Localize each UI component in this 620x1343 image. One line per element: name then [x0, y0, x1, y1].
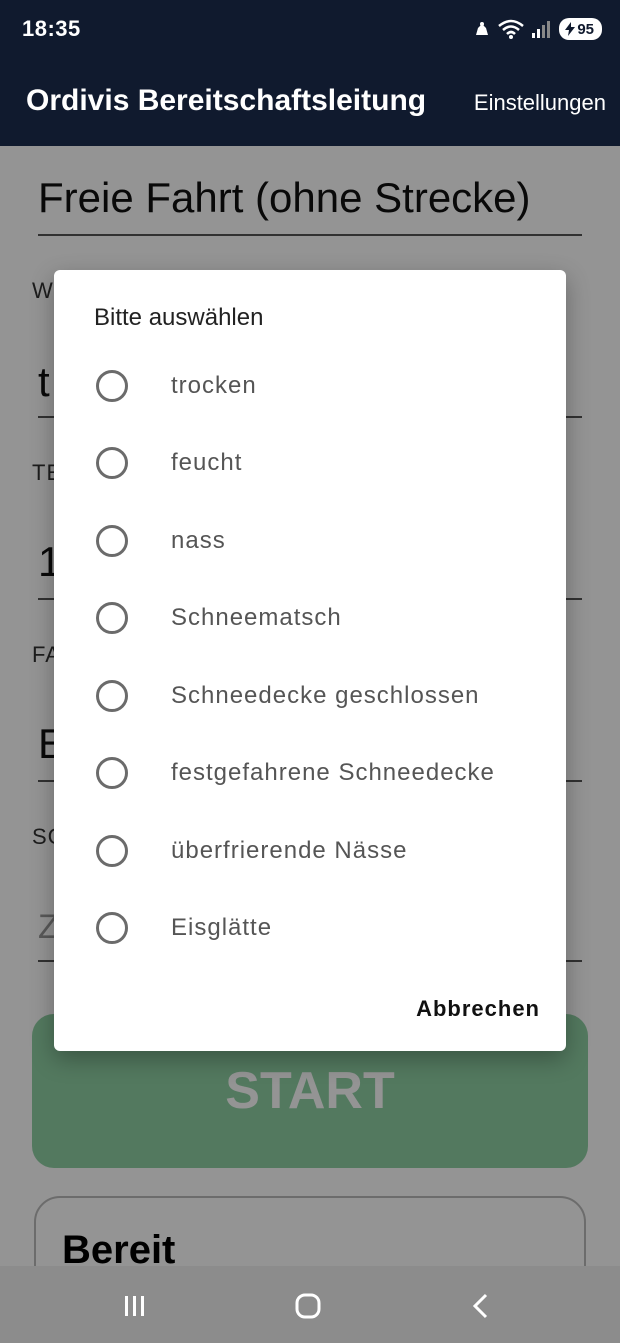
option-label: Eisglätte [171, 914, 273, 941]
signal-icon [532, 21, 551, 38]
cancel-button[interactable]: Abbrechen [416, 996, 540, 1022]
option-feucht[interactable]: feucht [54, 425, 566, 503]
back-icon [472, 1293, 488, 1319]
recent-apps-button[interactable] [115, 1286, 155, 1326]
app-bar: Ordivis Bereitschaftsleitung Einstellung… [0, 58, 620, 146]
option-label: festgefahrene Schneedecke [171, 759, 495, 786]
radio-button-icon[interactable] [96, 602, 128, 634]
option-festgefahrene-schneedecke[interactable]: festgefahrene Schneedecke [54, 735, 566, 813]
radio-button-icon[interactable] [96, 680, 128, 712]
option-label: trocken [171, 372, 257, 399]
battery-indicator: 95 [559, 18, 602, 40]
status-bar: 18:35 95 [0, 0, 620, 58]
system-nav-bar [0, 1266, 620, 1343]
radio-button-icon[interactable] [96, 757, 128, 789]
option-ueberfrierende-naesse[interactable]: überfrierende Nässe [54, 813, 566, 891]
radio-button-icon[interactable] [96, 835, 128, 867]
selection-dialog: Bitte auswählen trocken feucht nass Schn… [54, 270, 566, 1051]
option-nass[interactable]: nass [54, 503, 566, 581]
home-button[interactable] [288, 1286, 328, 1326]
charging-icon [565, 22, 576, 36]
dialog-title: Bitte auswählen [94, 304, 264, 331]
option-label: nass [171, 527, 226, 554]
notification-icon [476, 22, 489, 35]
option-label: Schneematsch [171, 604, 342, 631]
option-label: Schneedecke geschlossen [171, 682, 480, 709]
radio-button-icon[interactable] [96, 912, 128, 944]
status-icons: 95 [473, 16, 602, 42]
option-label: feucht [171, 449, 243, 476]
option-schneematsch[interactable]: Schneematsch [54, 580, 566, 658]
app-title: Ordivis Bereitschaftsleitung [26, 84, 427, 117]
wifi-icon [498, 19, 525, 39]
back-button[interactable] [462, 1286, 502, 1326]
home-icon [295, 1293, 321, 1319]
radio-button-icon[interactable] [96, 447, 128, 479]
recent-apps-icon [125, 1296, 144, 1316]
battery-level: 95 [577, 20, 594, 38]
radio-button-icon[interactable] [96, 370, 128, 402]
option-trocken[interactable]: trocken [54, 348, 566, 426]
settings-button[interactable]: Einstellungen [474, 90, 606, 116]
option-label: überfrierende Nässe [171, 837, 408, 864]
status-time: 18:35 [22, 16, 81, 41]
option-schneedecke-geschlossen[interactable]: Schneedecke geschlossen [54, 658, 566, 736]
radio-button-icon[interactable] [96, 525, 128, 557]
option-eisglaette[interactable]: Eisglätte [54, 890, 566, 968]
